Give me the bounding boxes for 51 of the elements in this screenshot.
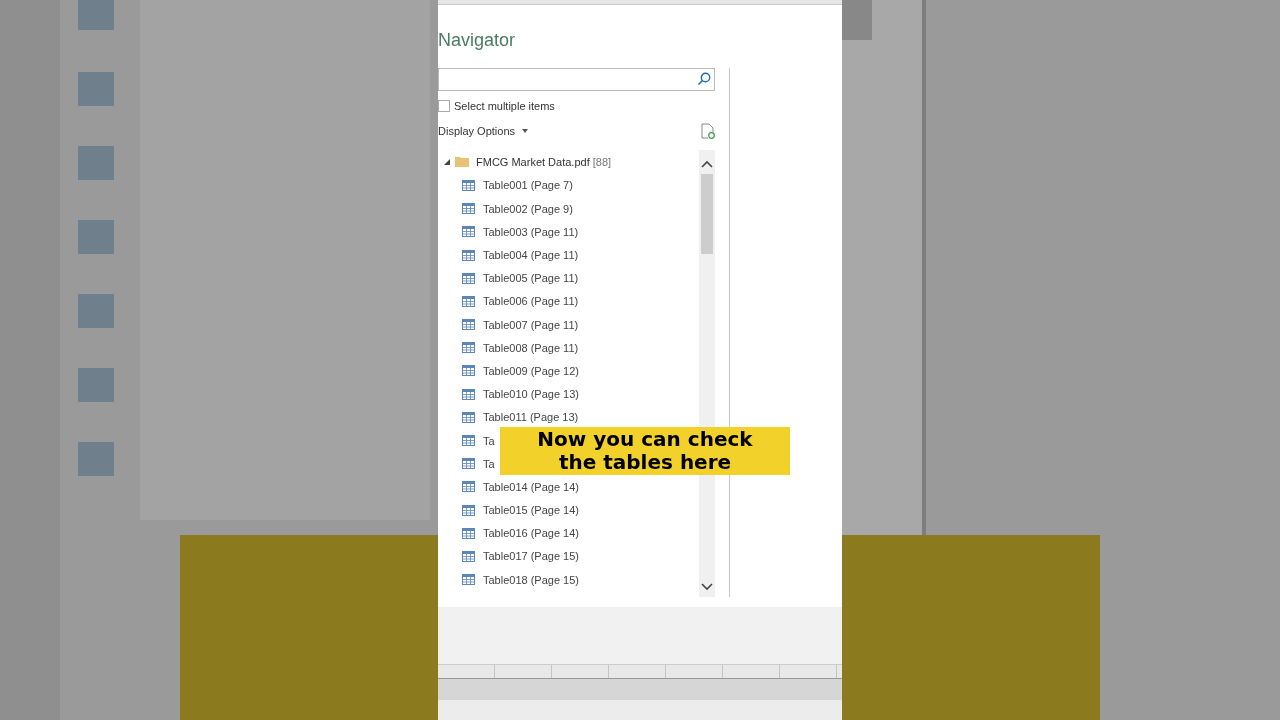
tree-item[interactable]: Table002 (Page 9) (438, 197, 575, 221)
tree-item[interactable]: Ta (438, 428, 497, 453)
scroll-thumb[interactable] (701, 173, 713, 254)
tree-item[interactable]: Table016 (Page 14) (438, 521, 581, 545)
tree-item[interactable]: Table017 (Page 15) (438, 544, 581, 569)
table-icon (462, 550, 475, 562)
expanded-triangle-icon[interactable] (444, 158, 450, 165)
search-field[interactable] (438, 67, 715, 91)
tree-item[interactable]: Table009 (Page 12) (438, 359, 581, 383)
search-icon (697, 72, 711, 87)
table-icon (462, 365, 475, 377)
tree-item[interactable]: Table011 (Page 13) (438, 405, 581, 429)
table-icon (462, 574, 475, 586)
display-options-dropdown[interactable]: Display Options (438, 124, 529, 137)
table-icon (462, 272, 475, 284)
table-icon (462, 527, 475, 539)
tree-item[interactable]: Table014 (Page 14) (438, 475, 581, 499)
tree-item[interactable]: Table004 (Page 11) (438, 243, 581, 267)
tree-item[interactable]: Table010 (Page 13) (438, 382, 581, 406)
table-icon (462, 388, 475, 400)
checkbox-label: Select multiple items (454, 99, 555, 112)
table-icon (462, 458, 475, 470)
tree-item[interactable]: Ta (438, 452, 497, 476)
table-icon (462, 249, 475, 261)
checkbox[interactable] (438, 99, 450, 112)
scroll-down-icon[interactable] (701, 583, 713, 592)
caret-icon (522, 128, 529, 133)
tree-item[interactable]: Table001 (Page 7) (438, 173, 575, 198)
tree-item[interactable]: Table006 (Page 11) (438, 289, 581, 313)
table-icon (462, 411, 475, 423)
tree-item[interactable]: Table015 (Page 14) (438, 498, 581, 522)
tree-item[interactable]: Table005 (Page 11) (438, 266, 581, 290)
caption-banner: Now you can check the tables here (500, 426, 790, 475)
table-icon (462, 435, 475, 447)
table-icon (462, 342, 475, 354)
table-icon (462, 203, 475, 215)
table-icon (462, 319, 475, 331)
folder-icon (455, 156, 469, 168)
scroll-up-icon[interactable] (701, 159, 713, 168)
table-icon (462, 295, 475, 307)
tree-item[interactable]: FMCG Market Data.pdf [88] (476, 155, 612, 168)
table-icon (462, 226, 475, 238)
tree-item[interactable]: Table008 (Page 11) (438, 336, 581, 360)
tree-item[interactable]: Table003 (Page 11) (438, 220, 581, 244)
table-icon (462, 179, 475, 191)
table-icon (462, 504, 475, 516)
tree-item[interactable]: Table018 (Page 15) (438, 568, 581, 592)
table-icon (462, 481, 475, 493)
dialog-title: Navigator (438, 29, 517, 52)
document-refresh-icon[interactable] (701, 122, 715, 139)
tree-item[interactable]: Table007 (Page 11) (438, 313, 581, 337)
